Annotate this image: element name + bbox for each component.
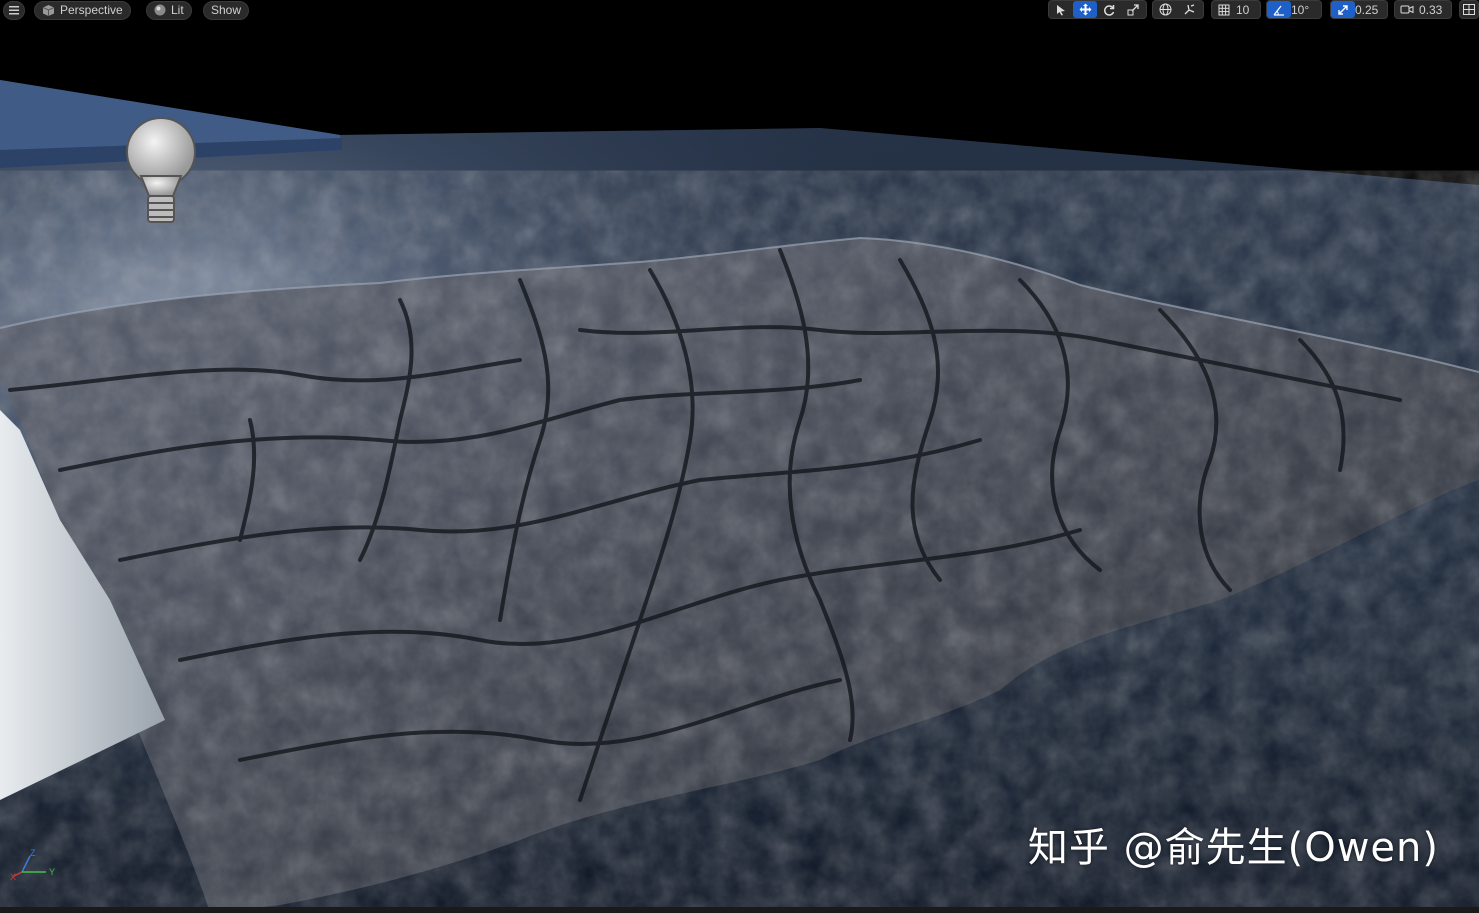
select-tool-button[interactable] (1049, 1, 1073, 18)
rotation-snap-toggle[interactable] (1267, 1, 1291, 18)
layout-button[interactable] (1459, 0, 1479, 19)
transform-tools (1048, 0, 1147, 19)
grid-snap-toggle[interactable] (1212, 1, 1236, 18)
show-label: Show (211, 3, 242, 17)
camera-speed-control[interactable]: 0.33 (1394, 0, 1452, 19)
move-arrows-icon (1079, 3, 1091, 16)
lighting-mode-button[interactable]: Lit (146, 0, 192, 20)
camera-speed-value[interactable]: 0.33 (1419, 3, 1448, 17)
show-button[interactable]: Show (203, 0, 250, 20)
translate-tool-button[interactable] (1073, 1, 1097, 18)
lighting-mode-label: Lit (171, 3, 184, 17)
scale-icon (1127, 3, 1139, 15)
sphere-icon (154, 4, 166, 16)
rotate-tool-button[interactable] (1097, 1, 1121, 18)
layout-grid-icon (1463, 4, 1475, 15)
cube-icon (42, 4, 55, 17)
scale-tool-button[interactable] (1121, 1, 1145, 18)
grid-snap-value[interactable]: 10 (1236, 3, 1255, 17)
space-tools (1152, 0, 1204, 19)
bottom-edge (0, 907, 1479, 913)
view-mode-label: Perspective (60, 3, 123, 17)
scale-snap-value[interactable]: 0.25 (1355, 3, 1384, 17)
rotation-snap-control[interactable]: 10° (1266, 0, 1322, 19)
rotation-snap-value[interactable]: 10° (1291, 3, 1315, 17)
rotate-icon (1104, 4, 1115, 16)
camera-speed-button[interactable] (1395, 1, 1419, 18)
globe-icon (1159, 3, 1171, 16)
grid-icon (1218, 4, 1230, 15)
world-space-button[interactable] (1153, 1, 1177, 18)
hamburger-menu-button[interactable] (3, 0, 25, 20)
axis-y-label: Y (49, 867, 55, 877)
axis-x-label: X (10, 872, 16, 882)
scale-snap-toggle[interactable] (1331, 1, 1355, 18)
view-mode-button[interactable]: Perspective (34, 0, 131, 20)
camera-icon (1400, 5, 1414, 14)
axis-z-label: Z (30, 848, 36, 858)
scale-snap-icon (1338, 4, 1348, 15)
hamburger-icon (9, 5, 19, 14)
3d-viewport[interactable]: Z Y X (0, 0, 1479, 913)
surface-snap-button[interactable] (1177, 1, 1201, 18)
surface-snap-icon (1184, 4, 1194, 15)
grid-snap-control[interactable]: 10 (1211, 0, 1261, 19)
watermark-text: 知乎 @俞先生(Owen) (1027, 825, 1439, 871)
scale-snap-control[interactable]: 0.25 (1330, 0, 1388, 19)
cursor-icon (1057, 4, 1065, 15)
angle-icon (1273, 5, 1284, 16)
